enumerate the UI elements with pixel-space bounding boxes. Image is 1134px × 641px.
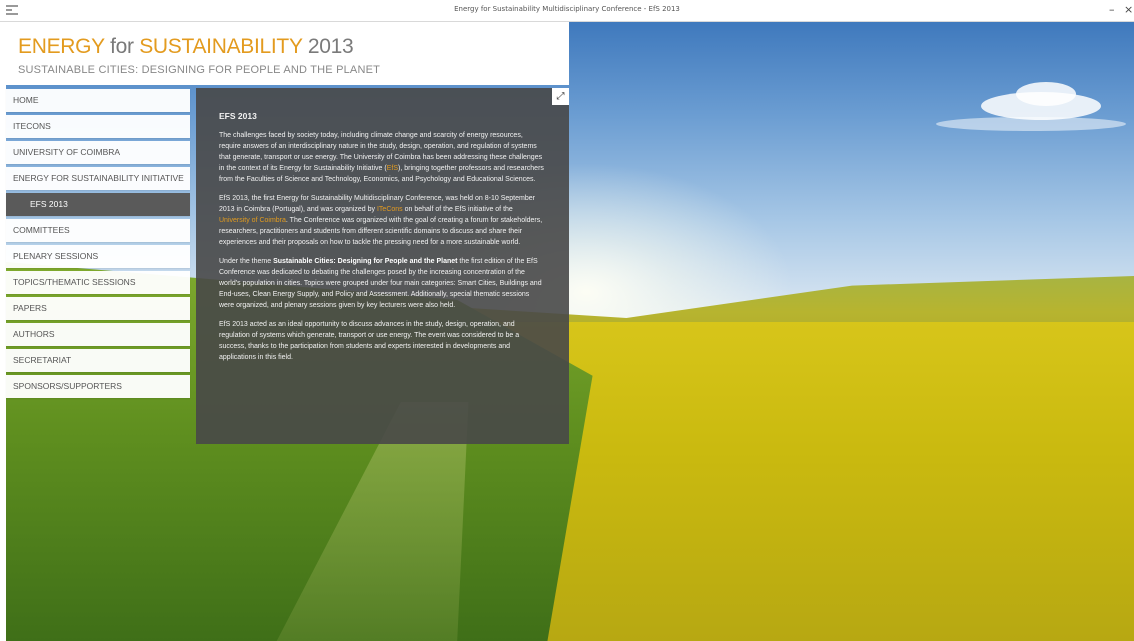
content-paragraph-3: Under the theme Sustainable Cities: Desi… — [219, 256, 545, 311]
nav-item-sponsors-supporters[interactable]: SPONSORS/SUPPORTERS — [6, 375, 190, 398]
nav-item-efs-2013[interactable]: EFS 2013 — [6, 193, 190, 216]
paragraph-text: Under the theme — [219, 258, 274, 265]
nav-item-secretariat[interactable]: SECRETARIAT — [6, 349, 190, 372]
title-year: 2013 — [307, 35, 354, 58]
nav-item-plenary-sessions[interactable]: PLENARY SESSIONS — [6, 245, 190, 268]
site-header: ENERGY for SUSTAINABILITY 2013 SUSTAINAB… — [6, 22, 569, 85]
content-paragraph-4: EfS 2013 acted as an ideal opportunity t… — [219, 321, 520, 361]
site-logo-title[interactable]: ENERGY for SUSTAINABILITY 2013 — [18, 35, 354, 59]
nav-item-authors[interactable]: AUTHORS — [6, 323, 190, 346]
nav-item-itecons[interactable]: ITECONS — [6, 115, 190, 138]
nav-item-home[interactable]: HOME — [6, 89, 190, 112]
content-paragraph-2: EfS 2013, the first Energy for Sustainab… — [219, 193, 545, 248]
cloud — [936, 117, 1126, 131]
nav-item-university-of-coimbra[interactable]: UNIVERSITY OF COIMBRA — [6, 141, 190, 164]
expand-icon[interactable]: ⤢ — [552, 88, 569, 105]
university-of-coimbra-link[interactable]: University of Coimbra — [219, 217, 286, 224]
close-button[interactable]: × — [1124, 2, 1133, 18]
nav-item-committees[interactable]: COMMITTEES — [6, 219, 190, 242]
nav-item-energy-for-sustainability-initiative[interactable]: ENERGY FOR SUSTAINABILITY INITIATIVE — [6, 167, 190, 190]
paragraph-text: on behalf of the EfS initiative of the — [402, 206, 513, 213]
title-sustainability: SUSTAINABILITY — [139, 35, 303, 58]
minimize-button[interactable]: – — [1109, 2, 1115, 18]
window-title: Energy for Sustainability Multidisciplin… — [454, 5, 680, 13]
content-title: EFS 2013 — [219, 111, 257, 121]
nav-item-papers[interactable]: PAPERS — [6, 297, 190, 320]
itecons-link[interactable]: ITeCons — [377, 206, 403, 213]
cloud — [1016, 82, 1076, 106]
sidebar-nav: HOME ITECONS UNIVERSITY OF COIMBRA ENERG… — [6, 89, 190, 401]
title-energy: ENERGY — [18, 35, 105, 58]
efs-link[interactable]: EfS — [387, 165, 398, 172]
site-subtitle: SUSTAINABLE CITIES: DESIGNING FOR PEOPLE… — [18, 64, 381, 76]
content-paragraph-1: The challenges faced by society today, i… — [219, 130, 545, 185]
nav-item-topics-thematic-sessions[interactable]: TOPICS/THEMATIC SESSIONS — [6, 271, 190, 294]
window-titlebar: Energy for Sustainability Multidisciplin… — [0, 0, 1134, 22]
theme-bold-text: Sustainable Cities: Designing for People… — [273, 258, 458, 265]
title-for: for — [110, 35, 134, 58]
content-panel: ⤢ EFS 2013 The challenges faced by socie… — [196, 88, 569, 444]
paragraph-text: the first edition of the EfS Conference … — [219, 258, 542, 309]
